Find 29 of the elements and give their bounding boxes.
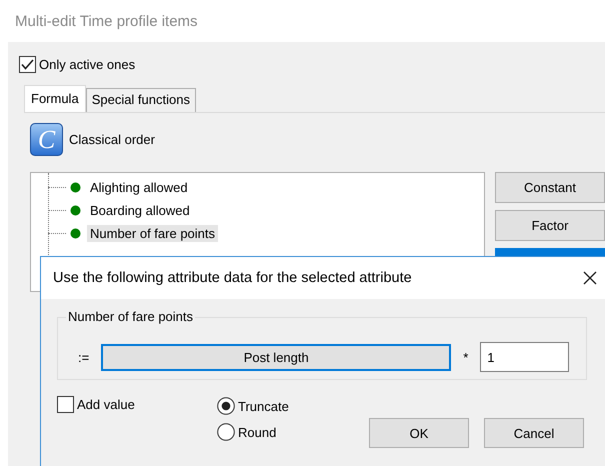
bullet-icon (70, 228, 81, 239)
radio-button[interactable] (217, 397, 235, 415)
factor-field[interactable]: 1 (480, 342, 570, 372)
attribute-button[interactable]: Post length (101, 344, 452, 370)
dialog-button[interactable]: OK (369, 418, 469, 448)
formula-button[interactable]: Constant (495, 172, 605, 203)
dialog-title: Use the following attribute data for the selected attribute (53, 270, 412, 286)
group-label: Number of fare points (66, 309, 196, 324)
checkbox-label[interactable]: Only active ones (39, 57, 136, 72)
bullet-icon (70, 182, 81, 193)
tab[interactable]: Special functions (86, 88, 196, 112)
tree-item[interactable]: Boarding allowed (87, 202, 193, 219)
tree-item[interactable]: Alighting allowed (87, 179, 191, 196)
radio-label[interactable]: Truncate (238, 398, 289, 414)
assign-operator: := (78, 350, 90, 364)
formula-button[interactable]: Factor (495, 210, 605, 241)
close-icon[interactable] (583, 271, 597, 285)
radio-label[interactable]: Round (238, 424, 276, 440)
tree-item[interactable]: Number of fare points (87, 225, 218, 242)
checkbox-label[interactable]: Add value (77, 397, 135, 412)
tab[interactable]: Formula (24, 85, 86, 112)
checkbox[interactable] (57, 396, 74, 413)
dialog-button[interactable]: Cancel (484, 418, 584, 448)
order-label: Classical order (69, 132, 155, 147)
radio-button[interactable] (217, 423, 235, 441)
bullet-icon (70, 205, 81, 216)
window-title: Multi-edit Time profile items (14, 12, 199, 32)
checkbox[interactable] (19, 56, 36, 73)
multiply-operator: * (463, 350, 468, 364)
